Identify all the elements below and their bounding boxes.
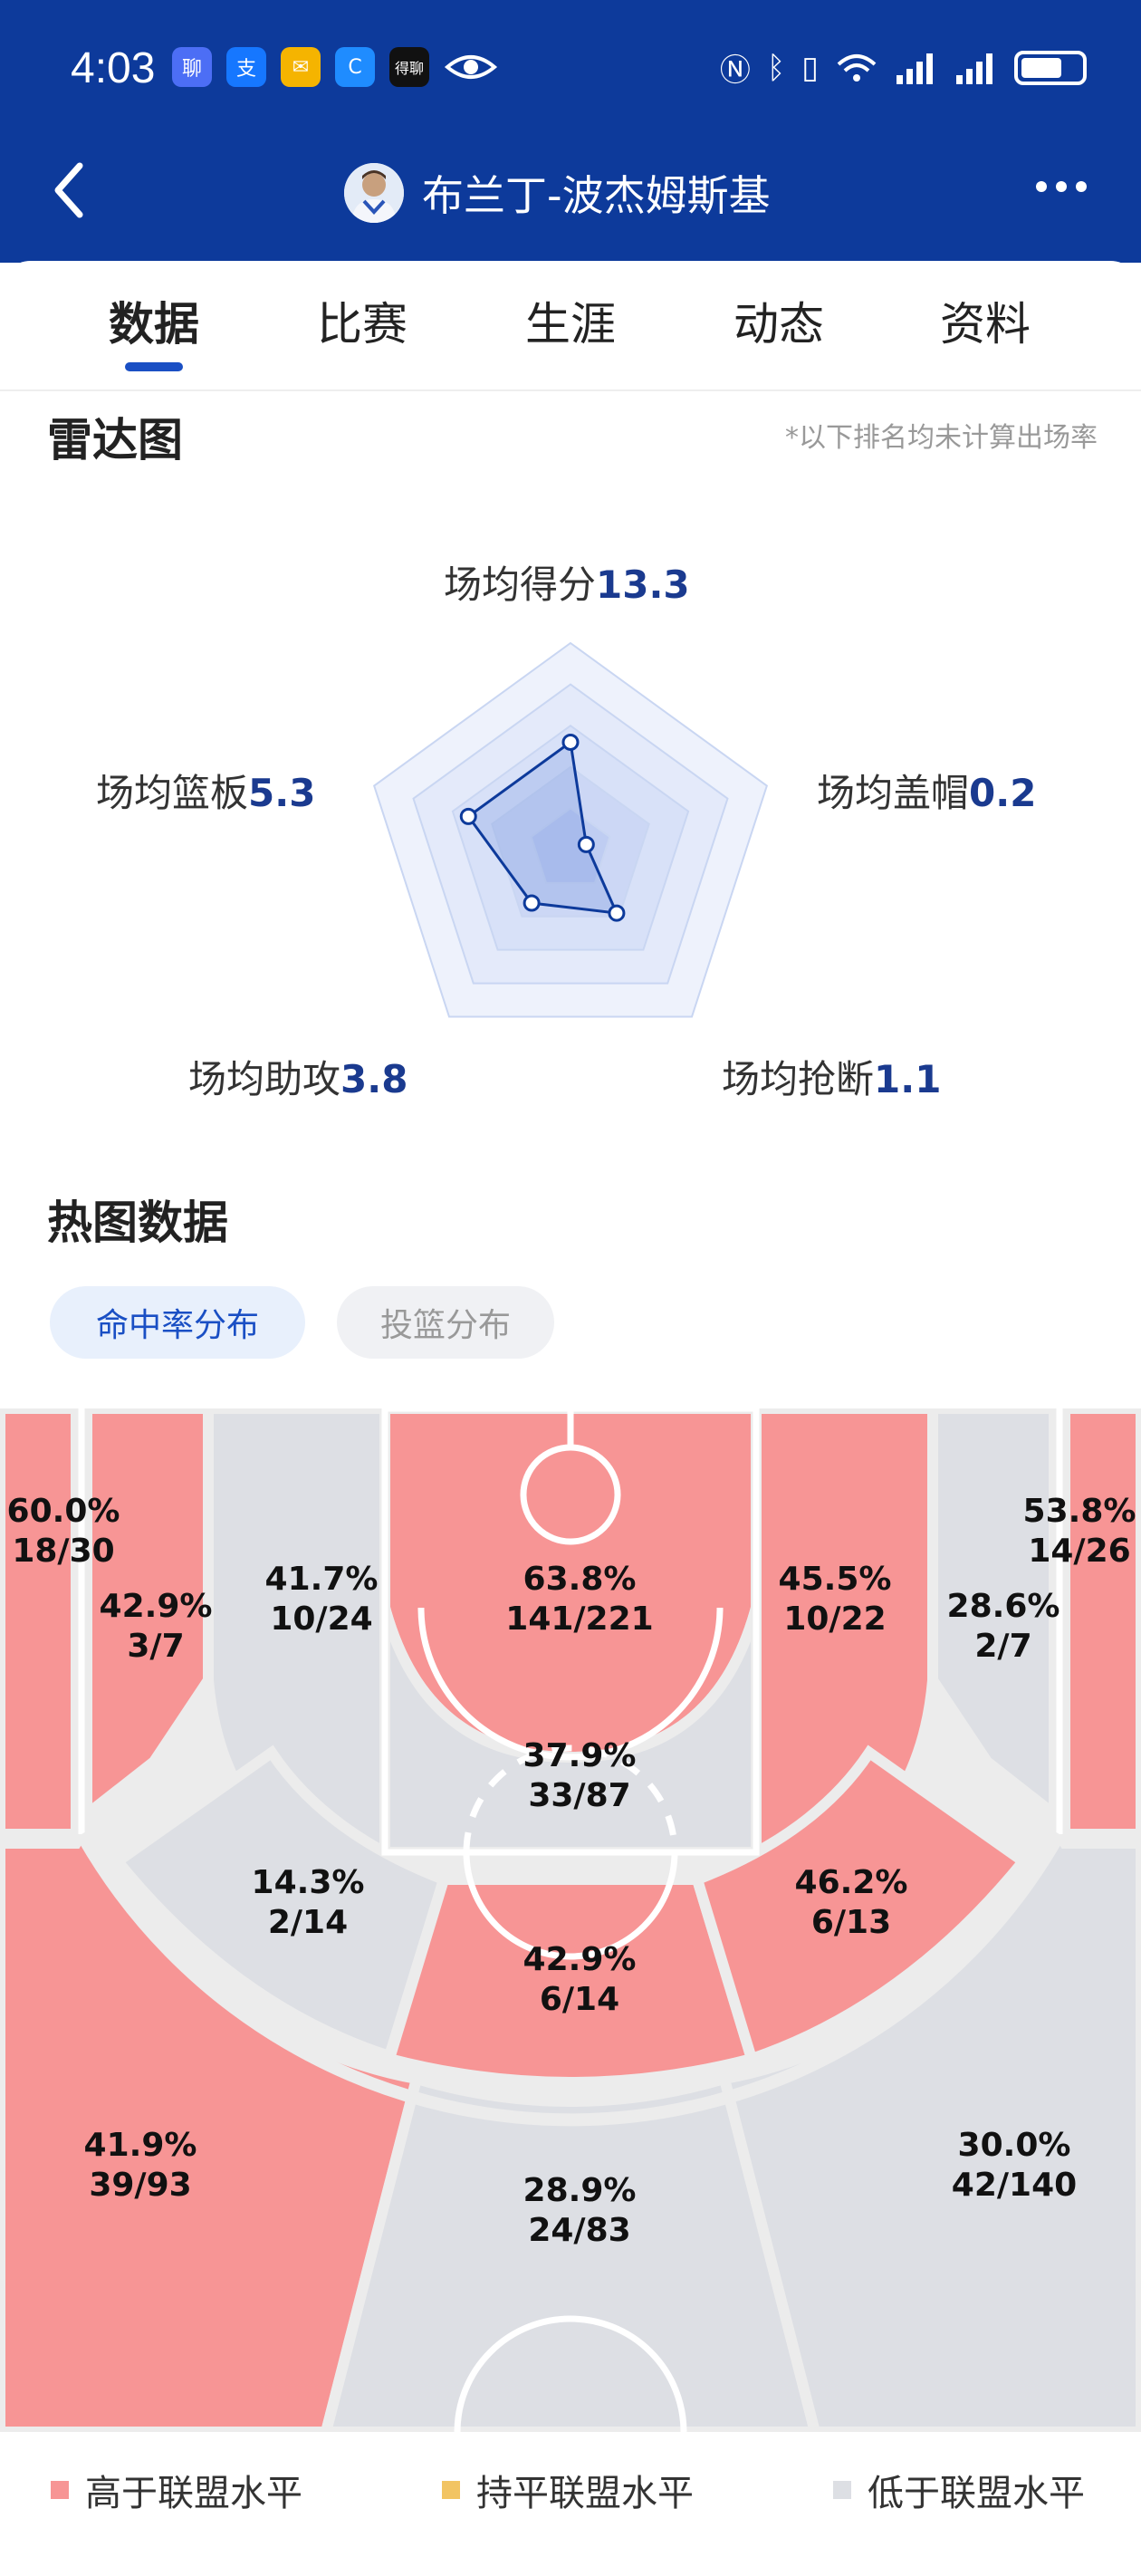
radar-point-0 xyxy=(561,733,580,751)
radar-label-steals: 场均抢断1.1 xyxy=(722,1057,942,1101)
zone-left-corner-3 xyxy=(0,1408,82,1840)
radar-label-assists: 场均助攻3.8 xyxy=(188,1057,408,1101)
zone-left-short-mid-pct: 41.7% xyxy=(265,1561,379,1598)
zone-left-short-mid-made: 10/24 xyxy=(270,1600,372,1638)
zone-top-3-pct: 28.9% xyxy=(523,2172,637,2209)
legend-below-label: 低于联盟水平 xyxy=(868,2473,1085,2514)
zone-left-corner-3-made: 18/30 xyxy=(12,1533,114,1570)
zone-left-corner-3-pct: 60.0% xyxy=(7,1493,120,1530)
zone-left-wing-3-pct: 41.9% xyxy=(84,2127,197,2164)
mode-accuracy-button[interactable]: 命中率分布 xyxy=(50,1286,305,1359)
heatmap-section-title: 热图数据 xyxy=(47,1197,228,1249)
zone-right-corner-3 xyxy=(1060,1408,1141,1840)
zone-top-key-mid-made: 6/14 xyxy=(540,1981,619,2018)
zone-left-elbow-mid-pct: 14.3% xyxy=(252,1864,365,1901)
zone-right-baseline-mid-pct: 28.6% xyxy=(947,1588,1060,1625)
radar-label-rebounds: 场均篮板5.3 xyxy=(96,771,316,815)
shot-heatmap: 60.0%18/3042.9%3/741.7%10/2463.8%141/221… xyxy=(0,1408,1141,2432)
radar-point-4 xyxy=(459,807,477,825)
legend-above: 高于联盟水平 xyxy=(51,2464,302,2516)
zone-right-corner-3-made: 14/26 xyxy=(1028,1533,1130,1570)
radar-label-blocks: 场均盖帽0.2 xyxy=(817,771,1037,815)
mode-attempts-button[interactable]: 投篮分布 xyxy=(337,1286,554,1359)
zone-right-short-mid-pct: 45.5% xyxy=(779,1561,892,1598)
radar-point-2 xyxy=(608,904,626,922)
legend-above-label: 高于联盟水平 xyxy=(85,2473,302,2514)
zone-left-wing-3-made: 39/93 xyxy=(89,2167,191,2204)
zone-right-wing-3-pct: 30.0% xyxy=(958,2127,1071,2164)
zone-paint-pct: 37.9% xyxy=(523,1737,637,1774)
radar-point-1 xyxy=(577,835,595,853)
legend-equal-label: 持平联盟水平 xyxy=(476,2473,694,2514)
legend-equal-swatch xyxy=(442,2481,460,2499)
radar-label-points: 场均得分13.3 xyxy=(444,562,690,607)
zone-right-short-mid-made: 10/22 xyxy=(783,1600,886,1638)
legend-equal: 持平联盟水平 xyxy=(442,2464,694,2516)
zone-top-key-mid-pct: 42.9% xyxy=(523,1941,637,1978)
zone-right-elbow-mid-made: 6/13 xyxy=(811,1904,891,1941)
zone-left-elbow-mid-made: 2/14 xyxy=(268,1904,348,1941)
zone-top-3-made: 24/83 xyxy=(528,2212,630,2249)
zone-right-elbow-mid-pct: 46.2% xyxy=(795,1864,908,1901)
zone-paint-made: 33/87 xyxy=(528,1777,630,1814)
legend-below-swatch xyxy=(833,2481,851,2499)
zone-right-corner-3-pct: 53.8% xyxy=(1023,1493,1136,1530)
zone-right-wing-3-made: 42/140 xyxy=(952,2167,1077,2204)
zone-restricted-area-made: 141/221 xyxy=(505,1600,653,1638)
zone-left-baseline-mid-pct: 42.9% xyxy=(100,1588,213,1625)
zone-right-baseline-mid-made: 2/7 xyxy=(974,1628,1031,1665)
legend-above-swatch xyxy=(51,2481,69,2499)
zone-left-baseline-mid-made: 3/7 xyxy=(127,1628,184,1665)
legend-below: 低于联盟水平 xyxy=(833,2464,1085,2516)
radar-point-3 xyxy=(523,894,541,912)
zone-restricted-area-pct: 63.8% xyxy=(523,1561,637,1598)
